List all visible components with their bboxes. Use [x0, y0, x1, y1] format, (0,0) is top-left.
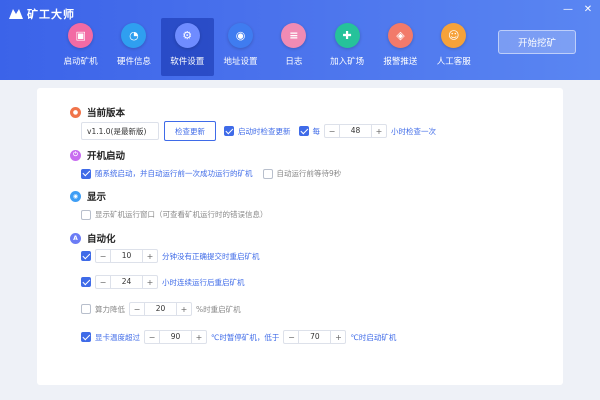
support-icon: ☺ — [441, 23, 467, 48]
gear-icon: ⚙ — [174, 23, 200, 48]
section-title-text: 自动化 — [87, 234, 116, 245]
nav-label: 日志 — [285, 57, 303, 67]
nav-label: 报警推送 — [383, 57, 418, 67]
display-row: 显示矿机运行窗口（可查看矿机运行时的错误信息） — [81, 209, 268, 220]
monitor-icon: ▣ — [68, 23, 94, 48]
periodic-prefix-label: 每 — [312, 126, 321, 136]
automation-rule-1: − 10 + 分钟没有正确提交时重启矿机 — [81, 249, 260, 263]
nav-label: 启动矿机 — [63, 57, 98, 67]
nav-label: 人工客服 — [436, 57, 471, 67]
rule4-low-stepper: − 70 + — [283, 330, 347, 344]
rule3-stepper: − 20 + — [129, 302, 192, 316]
decrement-button[interactable]: − — [96, 250, 110, 262]
rule4-prefix-label: 显卡温度超过 — [95, 332, 140, 342]
nav-item-start-miner[interactable]: ▣ 启动矿机 — [54, 18, 107, 76]
wait-label: 自动运行前等待9秒 — [276, 169, 342, 178]
rule1-stepper: − 10 + — [95, 249, 158, 263]
increment-button[interactable]: + — [331, 331, 345, 343]
show-window-checkbox[interactable] — [81, 209, 91, 220]
periodic-hours-stepper: − 48 + — [324, 124, 387, 138]
nav-item-join-farm[interactable]: ✚ 加入矿场 — [320, 18, 373, 76]
close-button[interactable]: ✕ — [582, 4, 594, 15]
periodic-suffix-label: 小时检查一次 — [391, 126, 436, 136]
increment-button[interactable]: + — [143, 276, 157, 288]
show-window-label: 显示矿机运行窗口（可查看矿机运行时的错误信息） — [95, 210, 268, 219]
increment-button[interactable]: + — [192, 331, 206, 343]
nav-item-log[interactable]: ≡ 日志 — [267, 18, 320, 76]
rule4-suffix-label: ℃时启动矿机 — [350, 332, 397, 342]
stepper-value[interactable]: 20 — [144, 303, 177, 315]
stepper-value[interactable]: 70 — [298, 331, 332, 343]
periodic-check-checkbox[interactable] — [298, 126, 309, 136]
check-update-button[interactable]: 检查更新 — [164, 121, 216, 141]
nav-label: 硬件信息 — [116, 57, 151, 67]
automation-rule-3: 算力降低 − 20 + %时重启矿机 — [81, 302, 241, 316]
gauge-icon: ◔ — [121, 23, 147, 48]
rule1-label: 分钟没有正确提交时重启矿机 — [162, 251, 260, 261]
start-mining-button[interactable]: 开始挖矿 — [498, 30, 576, 54]
rule3-prefix-label: 算力降低 — [95, 304, 125, 314]
nav-item-software-settings[interactable]: ⚙ 软件设置 — [160, 18, 214, 76]
nav-item-alarm-push[interactable]: ◈ 报警推送 — [374, 18, 427, 76]
section-title-text: 开机启动 — [87, 151, 126, 162]
increment-button[interactable]: + — [372, 125, 386, 137]
rule3-checkbox[interactable] — [81, 304, 91, 314]
nav-item-address-settings[interactable]: ◉ 地址设置 — [214, 18, 267, 76]
decrement-button[interactable]: − — [96, 276, 110, 288]
wait-checkbox[interactable] — [262, 168, 273, 179]
rule4-middle-label: ℃时暂停矿机，低于 — [211, 332, 280, 342]
decrement-button[interactable]: − — [145, 331, 159, 343]
alarm-icon: ◈ — [387, 23, 413, 48]
section-title-text: 当前版本 — [87, 108, 126, 119]
version-icon: ● — [70, 106, 81, 118]
version-display: v1.1.0(是最新版) — [81, 122, 159, 140]
nav-label: 加入矿场 — [330, 57, 365, 67]
nav-item-customer-service[interactable]: ☺ 人工客服 — [427, 18, 480, 76]
automation-icon: A — [70, 232, 81, 244]
check-on-start-checkbox[interactable] — [224, 126, 234, 136]
location-icon: ◉ — [228, 23, 254, 48]
display-icon: ◉ — [70, 190, 81, 202]
rule2-stepper: − 24 + — [95, 275, 158, 289]
stepper-value[interactable]: 90 — [159, 331, 192, 343]
rule1-checkbox[interactable] — [81, 251, 91, 261]
join-icon: ✚ — [334, 23, 360, 48]
increment-button[interactable]: + — [177, 303, 191, 315]
section-automation-title: A 自动化 — [70, 231, 116, 245]
section-display-title: ◉ 显示 — [70, 189, 106, 203]
rule3-suffix-label: %时重启矿机 — [196, 304, 241, 314]
boot-row: 随系统启动，并自动运行前一次成功运行的矿机 自动运行前等待9秒 — [81, 168, 341, 179]
top-header: 矿工大师 — ✕ ▣ 启动矿机 ◔ 硬件信息 ⚙ 软件设置 ◉ 地址设置 ≡ 日… — [0, 0, 600, 80]
decrement-button[interactable]: − — [130, 303, 144, 315]
power-icon: ⏻ — [70, 149, 81, 161]
nav-item-hardware-info[interactable]: ◔ 硬件信息 — [107, 18, 160, 76]
main-nav: ▣ 启动矿机 ◔ 硬件信息 ⚙ 软件设置 ◉ 地址设置 ≡ 日志 ✚ 加入矿场 … — [54, 18, 480, 76]
automation-rule-2: − 24 + 小时连续运行后重启矿机 — [81, 275, 245, 289]
auto-start-checkbox[interactable] — [81, 168, 91, 179]
logo-icon — [9, 9, 23, 19]
nav-label: 地址设置 — [223, 57, 258, 67]
auto-start-label: 随系统启动，并自动运行前一次成功运行的矿机 — [95, 169, 253, 178]
decrement-button[interactable]: − — [325, 125, 339, 137]
section-boot-title: ⏻ 开机启动 — [70, 148, 125, 162]
rule2-checkbox[interactable] — [81, 277, 91, 287]
nav-label: 软件设置 — [170, 57, 205, 67]
stepper-value[interactable]: 24 — [110, 276, 143, 288]
rule2-label: 小时连续运行后重启矿机 — [162, 277, 245, 287]
section-version-title: ● 当前版本 — [70, 105, 125, 119]
section-title-text: 显示 — [87, 192, 107, 203]
stepper-value[interactable]: 48 — [339, 125, 372, 137]
increment-button[interactable]: + — [143, 250, 157, 262]
automation-rule-4: 显卡温度超过 − 90 + ℃时暂停矿机，低于 − 70 + ℃时启动矿机 — [81, 330, 396, 344]
document-icon: ≡ — [281, 23, 307, 48]
version-row: v1.1.0(是最新版) 检查更新 启动时检查更新 每 − 48 + 小时检查一… — [81, 121, 436, 141]
minimize-button[interactable]: — — [562, 4, 574, 15]
stepper-value[interactable]: 10 — [110, 250, 143, 262]
window-controls: — ✕ — [562, 4, 594, 15]
settings-panel: ● 当前版本 v1.1.0(是最新版) 检查更新 启动时检查更新 每 − 48 … — [37, 88, 563, 385]
rule4-high-stepper: − 90 + — [144, 330, 207, 344]
rule4-checkbox[interactable] — [81, 332, 91, 342]
decrement-button[interactable]: − — [284, 331, 298, 343]
check-on-start-label: 启动时检查更新 — [238, 126, 291, 136]
